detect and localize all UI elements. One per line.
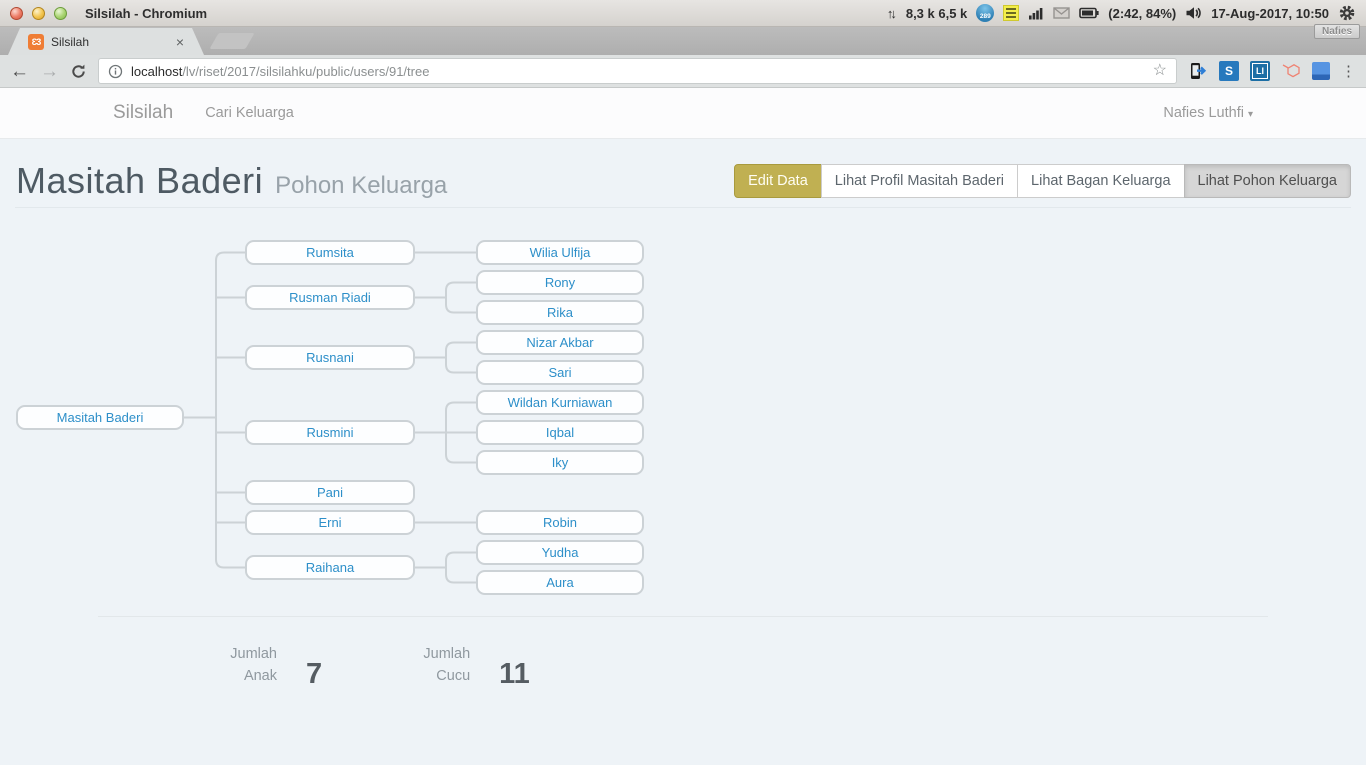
battery-label: (2:42, 84%) <box>1108 6 1176 21</box>
page-title: Masitah Baderi <box>16 160 263 202</box>
app-navbar: Silsilah Cari Keluarga Nafies Luthfi▾ <box>0 88 1366 139</box>
tree-node[interactable]: Wilia Ulfija <box>476 240 644 265</box>
notes-list-icon[interactable] <box>1003 5 1019 21</box>
window-minimize-button[interactable] <box>32 7 45 20</box>
browser-tab-strip: Ɛ3 Silsilah × Nafies <box>0 27 1366 55</box>
tree-node[interactable]: Rumsita <box>245 240 415 265</box>
tab-title: Silsilah <box>51 35 169 49</box>
messenger-badge-icon[interactable]: 289 <box>976 4 994 22</box>
url-path: /lv/riset/2017/silsilahku/public/users/9… <box>182 64 429 79</box>
url-host: localhost <box>131 64 182 79</box>
new-tab-button[interactable] <box>209 33 254 49</box>
tree-node[interactable]: Aura <box>476 570 644 595</box>
s-extension-icon[interactable]: S <box>1219 61 1239 81</box>
window-controls <box>10 7 67 20</box>
stat-children-count: Jumlah Anak 7 <box>229 643 322 687</box>
tree-node[interactable]: Nizar Akbar <box>476 330 644 355</box>
tree-node[interactable]: Yudha <box>476 540 644 565</box>
battery-icon[interactable] <box>1079 7 1099 19</box>
nav-cari-keluarga[interactable]: Cari Keluarga <box>205 105 294 121</box>
window-title: Silsilah - Chromium <box>85 6 207 21</box>
family-tree: Wilia Ulfija Rumsita Rony Rika Rusman Riadi N… <box>0 208 1366 616</box>
li-extension-icon[interactable]: LI <box>1250 61 1270 81</box>
xampp-favicon-icon: Ɛ3 <box>28 34 44 50</box>
network-traffic-icon[interactable]: ↑↓ <box>887 6 897 21</box>
view-profile-button[interactable]: Lihat Profil Masitah Baderi <box>821 164 1018 198</box>
stat-value: 7 <box>306 662 322 687</box>
page-info-icon[interactable] <box>108 64 123 79</box>
tree-node[interactable]: Erni <box>245 510 415 535</box>
os-titlebar: Silsilah - Chromium ↑↓ 8,3 k 6,5 k 289 (… <box>0 0 1366 27</box>
tree-node[interactable]: Iky <box>476 450 644 475</box>
tree-node[interactable]: Sari <box>476 360 644 385</box>
blue-square-extension-icon[interactable] <box>1312 62 1330 80</box>
address-bar[interactable]: localhost/lv/riset/2017/silsilahku/publi… <box>98 58 1177 84</box>
user-dropdown[interactable]: Nafies Luthfi▾ <box>1163 105 1253 121</box>
page-content: Masitah Baderi Pohon Keluarga Edit Data … <box>0 139 1366 765</box>
send-to-phone-extension-icon[interactable] <box>1188 61 1208 81</box>
signal-strength-icon[interactable] <box>1028 6 1044 20</box>
browser-toolbar: ← → localhost/lv/riset/2017/silsilahku/p… <box>0 55 1366 88</box>
tree-node[interactable]: Rusmini <box>245 420 415 445</box>
tree-node[interactable]: Rusnani <box>245 345 415 370</box>
page-subtitle: Pohon Keluarga <box>275 172 447 200</box>
tree-node[interactable]: Wildan Kurniawan <box>476 390 644 415</box>
window-maximize-button[interactable] <box>54 7 67 20</box>
network-traffic-label: 8,3 k 6,5 k <box>906 6 967 21</box>
system-tray: ↑↓ 8,3 k 6,5 k 289 (2:42, 84%) 17-Aug-20… <box>887 4 1356 22</box>
stat-label: Jumlah Anak <box>229 643 277 687</box>
tree-node[interactable]: Rony <box>476 270 644 295</box>
app-brand[interactable]: Silsilah <box>113 102 173 124</box>
tree-node[interactable]: Masitah Baderi <box>16 405 184 430</box>
tree-node[interactable]: Raihana <box>245 555 415 580</box>
tree-node[interactable]: Rusman Riadi <box>245 285 415 310</box>
view-chart-button[interactable]: Lihat Bagan Keluarga <box>1017 164 1184 198</box>
browser-tab[interactable]: Ɛ3 Silsilah × <box>8 28 204 55</box>
stat-grandchildren-count: Jumlah Cucu 11 <box>422 643 530 687</box>
mail-icon[interactable] <box>1053 7 1070 19</box>
view-tree-button[interactable]: Lihat Pohon Keluarga <box>1184 164 1351 198</box>
reload-icon[interactable] <box>70 63 87 80</box>
url-text: localhost/lv/riset/2017/silsilahku/publi… <box>131 64 429 79</box>
bookmark-star-icon[interactable]: ☆ <box>1153 63 1167 79</box>
page-header: Masitah Baderi Pohon Keluarga Edit Data … <box>15 139 1351 208</box>
tree-node[interactable]: Rika <box>476 300 644 325</box>
tab-close-icon[interactable]: × <box>176 35 184 49</box>
volume-icon[interactable] <box>1185 6 1202 20</box>
settings-gear-icon[interactable] <box>1338 4 1356 22</box>
tree-node[interactable]: Iqbal <box>476 420 644 445</box>
browser-menu-icon[interactable]: ⋮ <box>1341 62 1356 80</box>
window-close-button[interactable] <box>10 7 23 20</box>
stat-label: Jumlah Cucu <box>422 643 470 687</box>
back-icon[interactable]: ← <box>10 62 29 81</box>
chevron-down-icon: ▾ <box>1248 109 1253 120</box>
tree-node[interactable]: Robin <box>476 510 644 535</box>
laravel-extension-icon[interactable] <box>1281 61 1301 81</box>
view-toggle-group: Edit Data Lihat Profil Masitah Baderi Li… <box>734 164 1351 198</box>
session-name-badge: Nafies <box>1314 24 1360 39</box>
forward-icon: → <box>40 62 59 81</box>
summary-section: Jumlah Anak 7 Jumlah Cucu 11 <box>98 616 1268 687</box>
edit-data-button[interactable]: Edit Data <box>734 164 822 198</box>
stat-value: 11 <box>499 662 530 687</box>
clock-label: 17-Aug-2017, 10:50 <box>1211 6 1329 21</box>
tree-node[interactable]: Pani <box>245 480 415 505</box>
